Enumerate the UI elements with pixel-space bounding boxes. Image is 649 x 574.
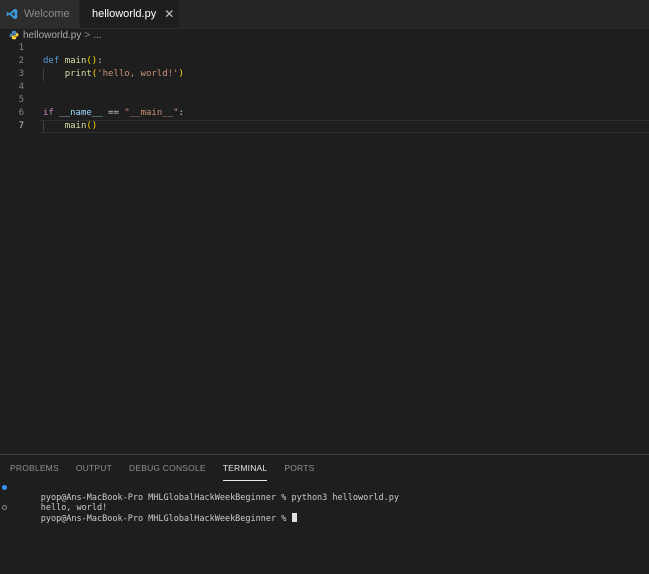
tab-welcome[interactable]: Welcome bbox=[0, 0, 80, 28]
code-line: 2 def main(): bbox=[0, 55, 649, 68]
python-file-icon bbox=[9, 30, 19, 40]
bracket: ) bbox=[178, 69, 184, 79]
terminal-cursor bbox=[292, 513, 298, 522]
tab-helloworld-py[interactable]: helloworld.py ✕ bbox=[80, 0, 180, 28]
line-number: 6 bbox=[18, 108, 24, 118]
code-line: 5 bbox=[0, 94, 649, 107]
function-name: print bbox=[64, 69, 92, 79]
code-line: 3 print('hello, world!') bbox=[0, 68, 649, 81]
bottom-panel: PROBLEMS OUTPUT DEBUG CONSOLE TERMINAL P… bbox=[0, 454, 649, 574]
vscode-icon bbox=[6, 8, 18, 20]
editor-tab-bar: Welcome helloworld.py ✕ bbox=[0, 0, 649, 29]
code-text: if __name__ == "__main__": bbox=[43, 107, 184, 120]
breadcrumb-file[interactable]: helloworld.py bbox=[23, 30, 81, 41]
breadcrumb-more[interactable]: ... bbox=[93, 30, 101, 41]
terminal-line: hello, world! bbox=[0, 493, 649, 513]
code-line: 7 main() bbox=[0, 120, 649, 133]
breadcrumb: helloworld.py > ... bbox=[0, 28, 649, 42]
terminal-line: pyop@Ans-MacBook-Pro MHLGlobalHackWeekBe… bbox=[0, 503, 649, 524]
tab-output[interactable]: OUTPUT bbox=[76, 455, 112, 481]
colon: : bbox=[178, 108, 184, 118]
colon: : bbox=[97, 56, 103, 66]
close-icon[interactable]: ✕ bbox=[164, 7, 174, 21]
tab-problems[interactable]: PROBLEMS bbox=[10, 455, 59, 481]
line-number: 7 bbox=[18, 121, 24, 131]
operator: == bbox=[102, 108, 125, 118]
code-line: 4 bbox=[0, 81, 649, 94]
panel-tabs: PROBLEMS OUTPUT DEBUG CONSOLE TERMINAL P… bbox=[10, 455, 331, 481]
line-number: 3 bbox=[18, 69, 24, 79]
function-name: main bbox=[64, 56, 87, 66]
code-line: 1 bbox=[0, 42, 649, 55]
line-number: 5 bbox=[18, 95, 24, 105]
line-number: 1 bbox=[18, 43, 24, 53]
tab-debug-console[interactable]: DEBUG CONSOLE bbox=[129, 455, 206, 481]
command-decoration-icon[interactable] bbox=[2, 505, 7, 510]
code-text: main() bbox=[43, 120, 98, 133]
function-name: main bbox=[64, 121, 87, 131]
keyword: def bbox=[43, 56, 60, 66]
command-decoration-icon[interactable] bbox=[2, 485, 7, 490]
tab-ports[interactable]: PORTS bbox=[284, 455, 314, 481]
line-number: 4 bbox=[18, 82, 24, 92]
brackets: () bbox=[86, 56, 98, 66]
string-literal: 'hello, world!' bbox=[97, 69, 179, 79]
string-literal: "__main__" bbox=[124, 108, 179, 118]
keyword: if bbox=[43, 108, 54, 118]
breadcrumb-separator: > bbox=[84, 29, 91, 41]
variable: __name__ bbox=[59, 108, 103, 118]
line-number: 2 bbox=[18, 56, 24, 66]
code-line: 6 if __name__ == "__main__": bbox=[0, 107, 649, 120]
tab-label: helloworld.py bbox=[92, 8, 157, 20]
tab-label: Welcome bbox=[24, 8, 70, 20]
code-text: def main(): bbox=[43, 55, 103, 68]
code-editor[interactable]: 1 2 def main(): 3 print('hello, world!')… bbox=[0, 42, 649, 452]
code-text: print('hello, world!') bbox=[43, 68, 184, 81]
terminal-prompt: pyop@Ans-MacBook-Pro MHLGlobalHackWeekBe… bbox=[40, 514, 292, 524]
terminal-line: pyop@Ans-MacBook-Pro MHLGlobalHackWeekBe… bbox=[0, 483, 649, 503]
terminal[interactable]: pyop@Ans-MacBook-Pro MHLGlobalHackWeekBe… bbox=[0, 483, 649, 524]
tab-terminal[interactable]: TERMINAL bbox=[222, 455, 268, 481]
brackets: () bbox=[86, 121, 98, 131]
